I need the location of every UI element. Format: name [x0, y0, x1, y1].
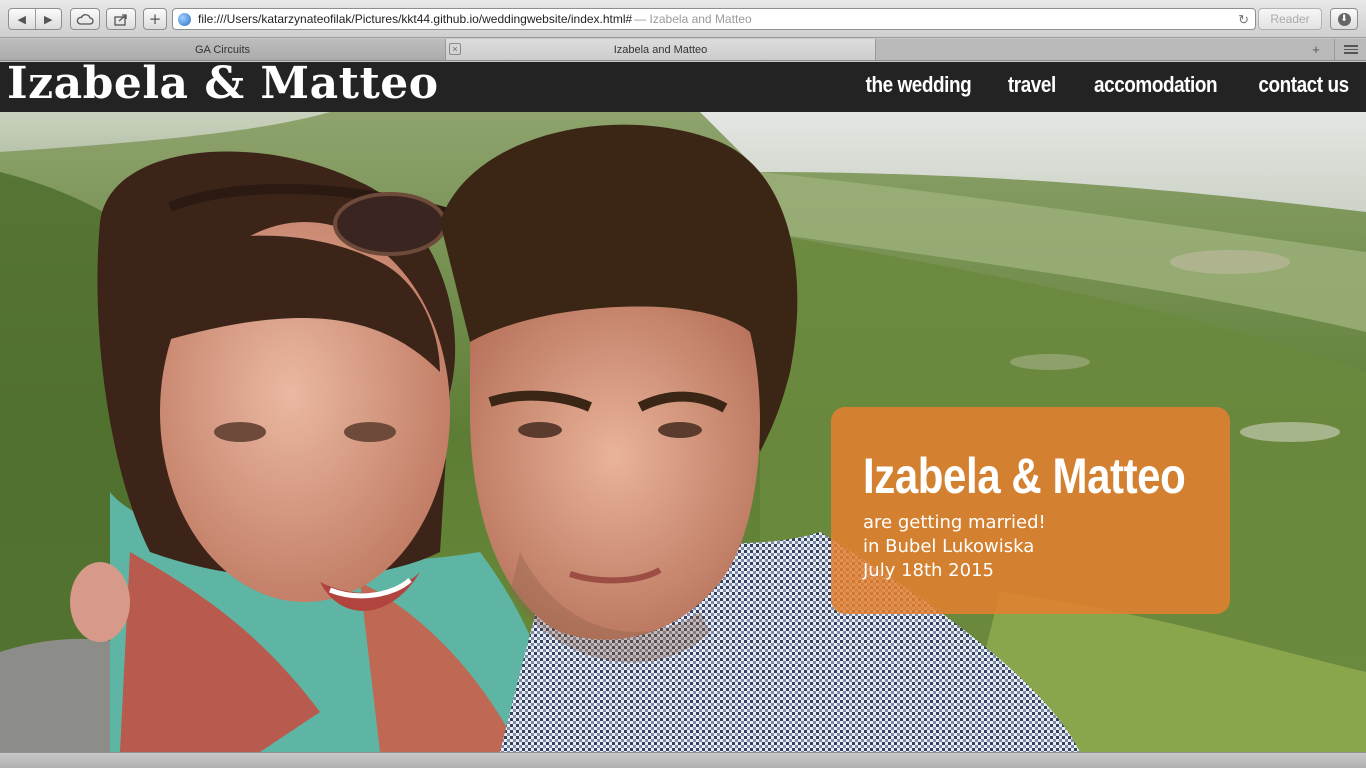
hero-section: Izabela & Matteo are getting married! in… [0, 112, 1366, 752]
globe-icon [178, 12, 191, 26]
new-tab-button[interactable]: + [143, 8, 167, 30]
forward-button[interactable]: ▶ [34, 9, 62, 29]
back-button[interactable]: ◀ [9, 9, 35, 29]
add-tab-icon[interactable]: + [1306, 42, 1326, 58]
tab-izabela-and-matteo[interactable]: × Izabela and Matteo [446, 39, 876, 60]
browser-toolbar: ◀ ▶ + file:///Users/katarzynateofilak/Pi… [0, 0, 1366, 38]
cloud-icon [76, 13, 94, 25]
tab-ga-circuits[interactable]: GA Circuits [0, 39, 446, 60]
site-header: Izabela & Matteo the wedding travel acco… [0, 58, 1366, 112]
address-bar[interactable]: file:///Users/katarzynateofilak/Pictures… [172, 8, 1256, 30]
card-line-married: are getting married! [863, 512, 1046, 533]
nav-contact-us[interactable]: contact us [1258, 72, 1349, 98]
reader-button[interactable]: Reader [1258, 8, 1322, 30]
tab-overview-icon [1343, 45, 1358, 54]
downloads-button[interactable]: ⬇ [1330, 8, 1358, 30]
share-button[interactable] [106, 8, 136, 30]
wedding-announcement-card: Izabela & Matteo are getting married! in… [831, 407, 1230, 614]
tab-label: GA Circuits [194, 43, 250, 56]
icloud-tabs-button[interactable] [70, 8, 100, 30]
browser-status-bar [0, 752, 1366, 768]
url-text: file:///Users/katarzynateofilak/Pictures… [198, 12, 633, 26]
nav-accomodation[interactable]: accomodation [1094, 72, 1218, 98]
nav-travel[interactable]: travel [1008, 72, 1056, 98]
reload-icon[interactable]: ↻ [1238, 12, 1249, 28]
url-page-title: — Izabela and Matteo [634, 12, 752, 26]
site-logo[interactable]: Izabela & Matteo [7, 58, 439, 109]
history-nav-group: ◀ ▶ [8, 8, 62, 30]
close-tab-icon[interactable]: × [449, 43, 461, 55]
share-icon [113, 13, 127, 26]
tab-overview-button[interactable] [1334, 39, 1366, 60]
nav-the-wedding[interactable]: the wedding [866, 72, 972, 98]
download-arrow-icon: ⬇ [1337, 12, 1351, 26]
card-line-date: July 18th 2015 [863, 560, 994, 581]
card-line-location: in Bubel Lukowiska [863, 536, 1035, 557]
tab-label: Izabela and Matteo [613, 43, 708, 56]
main-nav: the wedding travel accomodation contact … [857, 72, 1356, 98]
card-title: Izabela & Matteo [863, 448, 1186, 504]
